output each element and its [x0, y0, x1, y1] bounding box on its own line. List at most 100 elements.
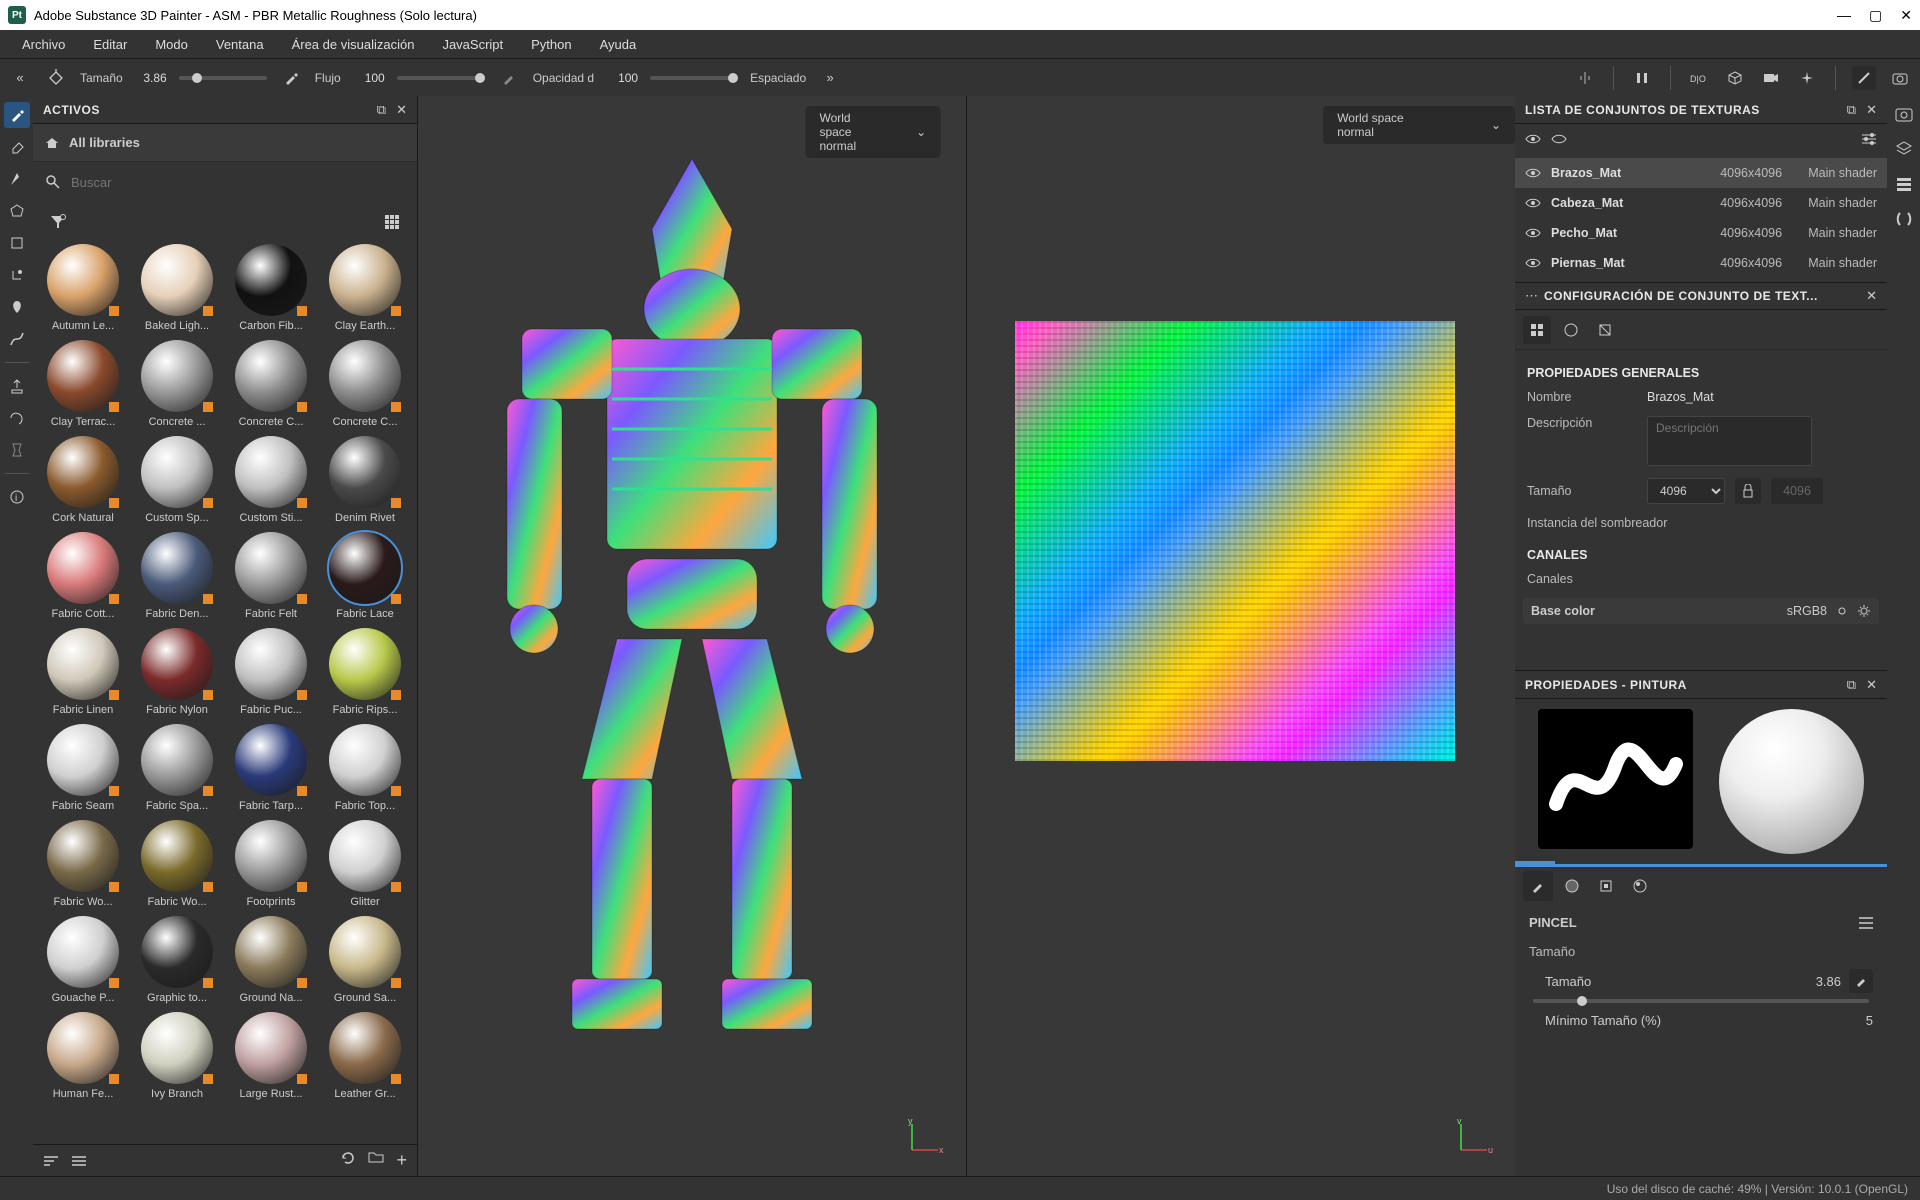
add-icon[interactable]: + — [396, 1150, 407, 1171]
folder-icon[interactable] — [368, 1150, 384, 1171]
alpha-tab[interactable] — [1557, 871, 1587, 901]
shader-icon[interactable] — [1895, 210, 1913, 228]
asset-item[interactable]: Ground Na... — [229, 916, 313, 1004]
asset-item[interactable]: Ivy Branch — [135, 1012, 219, 1100]
channels-icon[interactable] — [1895, 176, 1913, 192]
asset-item[interactable]: Concrete C... — [229, 340, 313, 428]
hamburger-icon[interactable] — [1859, 917, 1873, 929]
popout-icon[interactable]: ⧉ — [1847, 102, 1856, 118]
tamano-value[interactable]: 3.86 — [1816, 974, 1841, 989]
material-picker-tool[interactable] — [4, 294, 30, 320]
export-icon[interactable] — [4, 373, 30, 399]
home-icon[interactable] — [45, 136, 59, 150]
close-icon[interactable]: ✕ — [1866, 102, 1877, 118]
perspective-icon[interactable]: D|O — [1687, 66, 1711, 90]
size-slider[interactable] — [179, 76, 267, 80]
asset-item[interactable]: Fabric Puc... — [229, 628, 313, 716]
gear-icon[interactable] — [1857, 604, 1871, 618]
eye-icon[interactable] — [1525, 197, 1541, 209]
asset-item[interactable]: Cork Natural — [41, 436, 125, 524]
minimize-icon[interactable]: — — [1837, 7, 1851, 24]
asset-item[interactable]: Fabric Nylon — [135, 628, 219, 716]
overflow-icon[interactable]: ⋯ — [1525, 288, 1538, 304]
brush-tab[interactable] — [1523, 871, 1553, 901]
refresh-icon[interactable] — [340, 1150, 356, 1171]
send-to-icon[interactable] — [4, 405, 30, 431]
asset-item[interactable]: Footprints — [229, 820, 313, 908]
info-icon[interactable]: i — [4, 484, 30, 510]
cfg-tab-bake[interactable] — [1591, 316, 1619, 344]
asset-item[interactable]: Fabric Tarp... — [229, 724, 313, 812]
close-icon[interactable]: ✕ — [396, 102, 407, 118]
asset-item[interactable]: Concrete C... — [323, 340, 407, 428]
texture-set-row[interactable]: Brazos_Mat4096x4096Main shader — [1515, 158, 1887, 188]
asset-item[interactable]: Baked Ligh... — [135, 244, 219, 332]
colorspace-value[interactable]: sRGB8 — [1787, 604, 1827, 618]
asset-item[interactable]: Fabric Top... — [323, 724, 407, 812]
eye-icon[interactable] — [1525, 227, 1541, 239]
eye-icon[interactable] — [1525, 257, 1541, 269]
menu-javascript[interactable]: JavaScript — [430, 33, 515, 56]
pause-icon[interactable] — [1630, 66, 1654, 90]
opacity-brush-icon[interactable] — [497, 66, 521, 90]
asset-item[interactable]: Large Rust... — [229, 1012, 313, 1100]
clone-tool[interactable] — [4, 262, 30, 288]
link-icon[interactable] — [1835, 604, 1849, 618]
sparkle-icon[interactable] — [1795, 66, 1819, 90]
flow-value[interactable]: 100 — [347, 71, 385, 85]
library-selector[interactable]: All libraries — [33, 124, 417, 162]
menu-ayuda[interactable]: Ayuda — [588, 33, 649, 56]
asset-item[interactable]: Clay Earth... — [323, 244, 407, 332]
size-select[interactable]: 4096 — [1647, 478, 1725, 504]
symmetry-icon[interactable] — [1573, 66, 1597, 90]
search-icon[interactable] — [45, 174, 61, 190]
filter-icon[interactable] — [45, 209, 71, 235]
asset-item[interactable]: Gouache P... — [41, 916, 125, 1004]
size-value[interactable]: 3.86 — [129, 71, 167, 85]
cube-icon[interactable] — [1723, 66, 1747, 90]
history-back-icon[interactable]: « — [8, 66, 32, 90]
menu-archivo[interactable]: Archivo — [10, 33, 77, 56]
asset-item[interactable]: Carbon Fib... — [229, 244, 313, 332]
cfg-tab-mesh[interactable] — [1557, 316, 1585, 344]
menu-editar[interactable]: Editar — [81, 33, 139, 56]
cfg-tab-general[interactable] — [1523, 316, 1551, 344]
curve-tool[interactable] — [4, 326, 30, 352]
screenshot-icon[interactable] — [1888, 66, 1912, 90]
asset-item[interactable]: Ground Sa... — [323, 916, 407, 1004]
stencil-tab[interactable] — [1591, 871, 1621, 901]
opacity-value[interactable]: 100 — [600, 71, 638, 85]
asset-item[interactable]: Denim Rivet — [323, 436, 407, 524]
close-icon[interactable]: ✕ — [1866, 677, 1877, 693]
menu-ventana[interactable]: Ventana — [204, 33, 276, 56]
asset-item[interactable]: Custom Sp... — [135, 436, 219, 524]
menu-área-de-visualización[interactable]: Área de visualización — [280, 33, 427, 56]
texture-set-row[interactable]: Pecho_Mat4096x4096Main shader — [1515, 218, 1887, 248]
maximize-icon[interactable]: ▢ — [1869, 7, 1882, 24]
popout-icon[interactable]: ⧉ — [1847, 677, 1856, 693]
asset-item[interactable]: Glitter — [323, 820, 407, 908]
assets-grid[interactable]: Autumn Le...Baked Ligh...Carbon Fib...Cl… — [33, 242, 417, 1144]
close-icon[interactable]: ✕ — [1900, 7, 1912, 24]
asset-item[interactable]: Fabric Seam — [41, 724, 125, 812]
asset-item[interactable]: Human Fe... — [41, 1012, 125, 1100]
search-input[interactable] — [71, 175, 405, 190]
layers-icon[interactable] — [1895, 140, 1913, 158]
asset-item[interactable]: Leather Gr... — [323, 1012, 407, 1100]
pen-pressure-icon[interactable] — [1849, 969, 1873, 993]
material-tab[interactable] — [1625, 871, 1655, 901]
flow-slider[interactable] — [397, 76, 485, 80]
history-forward-icon[interactable]: » — [818, 66, 842, 90]
list-filter-1-icon[interactable] — [43, 1154, 59, 1168]
texture-set-row[interactable]: Cabeza_Mat4096x4096Main shader — [1515, 188, 1887, 218]
visibility-all-icon[interactable] — [1551, 133, 1567, 145]
timer-icon[interactable] — [4, 437, 30, 463]
eye-icon[interactable] — [1525, 167, 1541, 179]
projection-tool[interactable] — [4, 166, 30, 192]
min-tamano-value[interactable]: 5 — [1866, 1013, 1873, 1028]
asset-item[interactable]: Graphic to... — [135, 916, 219, 1004]
viewport-2d[interactable]: World space normal ⌄ uv — [967, 96, 1515, 1176]
paint-tool[interactable] — [4, 102, 30, 128]
viewport-3d[interactable]: World space normal ⌄ — [418, 96, 967, 1176]
asset-item[interactable]: Autumn Le... — [41, 244, 125, 332]
